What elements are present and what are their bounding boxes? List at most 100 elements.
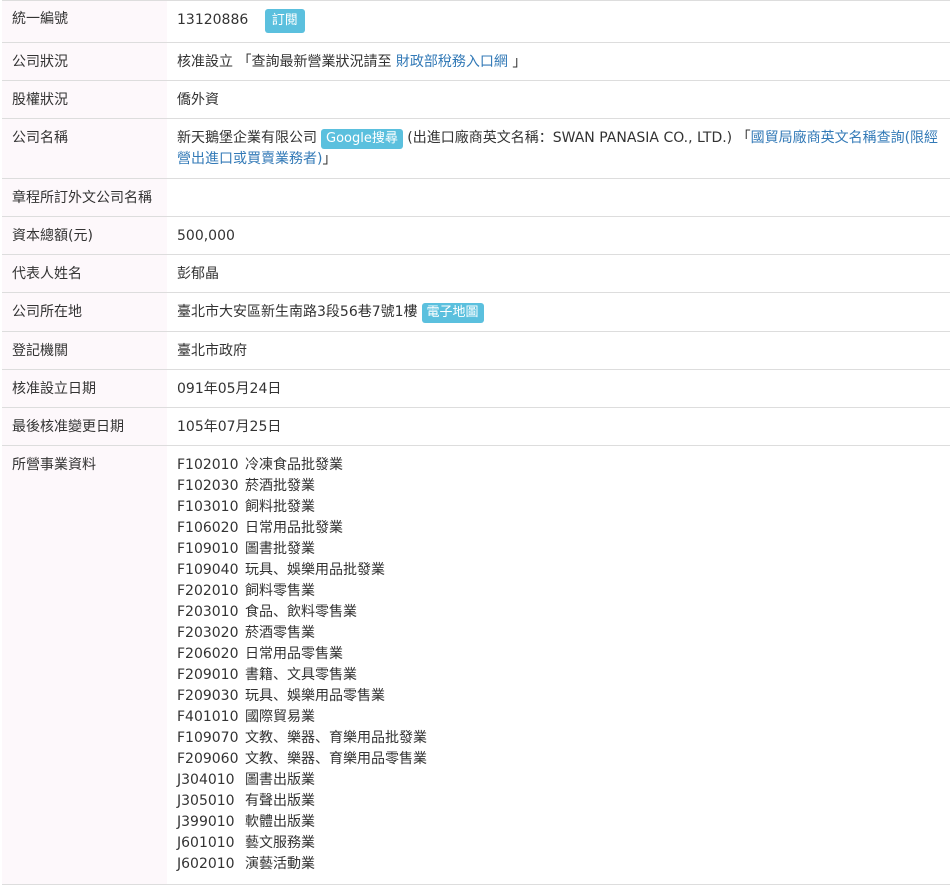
list-item: F203020 菸酒零售業 — [177, 623, 940, 644]
business-code: F106020 — [177, 520, 239, 536]
business-accounting-number: 13120886 — [177, 12, 249, 28]
business-name: 國際貿易業 — [245, 709, 315, 725]
business-code: F102010 — [177, 457, 239, 473]
row-foreign-company-name: 章程所訂外文公司名稱 — [2, 178, 950, 217]
business-code: J305010 — [177, 793, 235, 809]
row-established-date: 核准設立日期 091年05月24日 — [2, 369, 950, 408]
business-name: 軟體出版業 — [245, 814, 315, 830]
capital-amount: 500,000 — [167, 216, 950, 255]
value-address-cell: 臺北市大安區新生南路3段56巷7號1樓 電子地圖 — [167, 292, 950, 332]
row-representative: 代表人姓名 彭郁晶 — [2, 254, 950, 293]
business-code: F203010 — [177, 604, 239, 620]
label-registration-authority: 登記機關 — [2, 331, 167, 370]
business-name: 日常用品批發業 — [245, 520, 343, 536]
business-code: F109070 — [177, 730, 239, 746]
list-item: F202010 飼料零售業 — [177, 581, 940, 602]
list-item: F109040 玩具、娛樂用品批發業 — [177, 560, 940, 581]
row-equity-status: 股權狀況 僑外資 — [2, 80, 950, 119]
business-name: 玩具、娛樂用品零售業 — [245, 688, 385, 704]
business-name: 菸酒批發業 — [245, 478, 315, 494]
business-code: F109010 — [177, 541, 239, 557]
row-registration-authority: 登記機關 臺北市政府 — [2, 331, 950, 370]
business-name: 菸酒零售業 — [245, 625, 315, 641]
business-name: 圖書批發業 — [245, 541, 315, 557]
business-code: J304010 — [177, 772, 235, 788]
business-code: F209010 — [177, 667, 239, 683]
list-item: J304010 圖書出版業 — [177, 770, 940, 791]
row-capital: 資本總額(元) 500,000 — [2, 216, 950, 255]
label-company-name: 公司名稱 — [2, 118, 167, 179]
established-date: 091年05月24日 — [167, 369, 950, 408]
list-item: J399010 軟體出版業 — [177, 812, 940, 833]
list-item: F209010 書籍、文具零售業 — [177, 665, 940, 686]
list-item: J601010 藝文服務業 — [177, 833, 940, 854]
business-name: 文教、樂器、育樂用品批發業 — [245, 730, 427, 746]
label-company-status: 公司狀況 — [2, 42, 167, 81]
business-name: 書籍、文具零售業 — [245, 667, 357, 683]
label-business-items: 所營事業資料 — [2, 445, 167, 885]
company-english-name: (出進口廠商英文名稱：SWAN PANASIA CO., LTD.) — [407, 130, 733, 146]
business-name: 有聲出版業 — [245, 793, 315, 809]
business-name: 日常用品零售業 — [245, 646, 343, 662]
business-name: 演藝活動業 — [245, 856, 315, 872]
business-code: F209060 — [177, 751, 239, 767]
equity-status: 僑外資 — [167, 80, 950, 119]
business-code: J601010 — [177, 835, 235, 851]
row-address: 公司所在地 臺北市大安區新生南路3段56巷7號1樓 電子地圖 — [2, 292, 950, 332]
business-name: 冷凍食品批發業 — [245, 457, 343, 473]
representative-name: 彭郁晶 — [167, 254, 950, 293]
status-query-open: 「查詢最新營業狀況請至 — [237, 54, 392, 70]
last-changed-date: 105年07月25日 — [167, 407, 950, 446]
subscribe-button[interactable]: 訂閱 — [264, 9, 305, 33]
list-item: F209060 文教、樂器、育樂用品零售業 — [177, 749, 940, 770]
business-code: J399010 — [177, 814, 235, 830]
registration-authority: 臺北市政府 — [167, 331, 950, 370]
row-company-name: 公司名稱 新天鵝堡企業有限公司 Google搜尋 (出進口廠商英文名稱：SWAN … — [2, 118, 950, 179]
business-code: F209030 — [177, 688, 239, 704]
company-address: 臺北市大安區新生南路3段56巷7號1樓 — [177, 304, 418, 320]
business-code: F109040 — [177, 562, 239, 578]
list-item: F106020 日常用品批發業 — [177, 518, 940, 539]
label-representative: 代表人姓名 — [2, 254, 167, 293]
value-business-items-cell: F102010 冷凍食品批發業 F102030 菸酒批發業 F103010 飼料批發業… — [167, 445, 950, 885]
row-business-items: 所營事業資料 F102010 冷凍食品批發業 F102030 菸酒批發業 F1030… — [2, 445, 950, 885]
list-item: F109070 文教、樂器、育樂用品批發業 — [177, 728, 940, 749]
google-search-button[interactable]: Google搜尋 — [321, 129, 403, 149]
business-code: F202010 — [177, 583, 239, 599]
business-code: F206020 — [177, 646, 239, 662]
label-business-accounting-number: 統一編號 — [2, 0, 167, 43]
value-company-status-cell: 核准設立 「查詢最新營業狀況請至 財政部稅務入口網 」 — [167, 42, 950, 81]
business-code: F102030 — [177, 478, 239, 494]
list-item: F203010 食品、飲料零售業 — [177, 602, 940, 623]
electronic-map-button[interactable]: 電子地圖 — [421, 303, 484, 323]
business-items-list: F102010 冷凍食品批發業 F102030 菸酒批發業 F103010 飼料批發業… — [177, 455, 940, 875]
value-business-accounting-number-cell: 13120886 訂閱 — [167, 0, 950, 43]
status-query-close: 」 — [512, 54, 527, 70]
value-company-name-cell: 新天鵝堡企業有限公司 Google搜尋 (出進口廠商英文名稱：SWAN PANAS… — [167, 118, 950, 179]
label-capital: 資本總額(元) — [2, 216, 167, 255]
company-name: 新天鵝堡企業有限公司 — [177, 130, 317, 146]
business-code: F103010 — [177, 499, 239, 515]
business-name: 食品、飲料零售業 — [245, 604, 357, 620]
business-code: J602010 — [177, 856, 235, 872]
list-item: F102010 冷凍食品批發業 — [177, 455, 940, 476]
tax-portal-link[interactable]: 財政部稅務入口網 — [396, 54, 508, 70]
foreign-company-name — [167, 178, 950, 217]
list-item: F209030 玩具、娛樂用品零售業 — [177, 686, 940, 707]
list-item: J602010 演藝活動業 — [177, 854, 940, 875]
business-name: 文教、樂器、育樂用品零售業 — [245, 751, 427, 767]
list-item: F109010 圖書批發業 — [177, 539, 940, 560]
business-name: 圖書出版業 — [245, 772, 315, 788]
trade-query-open: 「 — [736, 130, 751, 146]
business-name: 飼料零售業 — [245, 583, 315, 599]
company-status: 核准設立 — [177, 54, 233, 70]
business-code: F203020 — [177, 625, 239, 641]
label-address: 公司所在地 — [2, 292, 167, 332]
label-established-date: 核准設立日期 — [2, 369, 167, 408]
row-last-changed-date: 最後核准變更日期 105年07月25日 — [2, 407, 950, 446]
trade-query-close: 」 — [322, 151, 337, 167]
list-item: J305010 有聲出版業 — [177, 791, 940, 812]
label-last-changed-date: 最後核准變更日期 — [2, 407, 167, 446]
row-company-status: 公司狀況 核准設立 「查詢最新營業狀況請至 財政部稅務入口網 」 — [2, 42, 950, 81]
business-name: 玩具、娛樂用品批發業 — [245, 562, 385, 578]
